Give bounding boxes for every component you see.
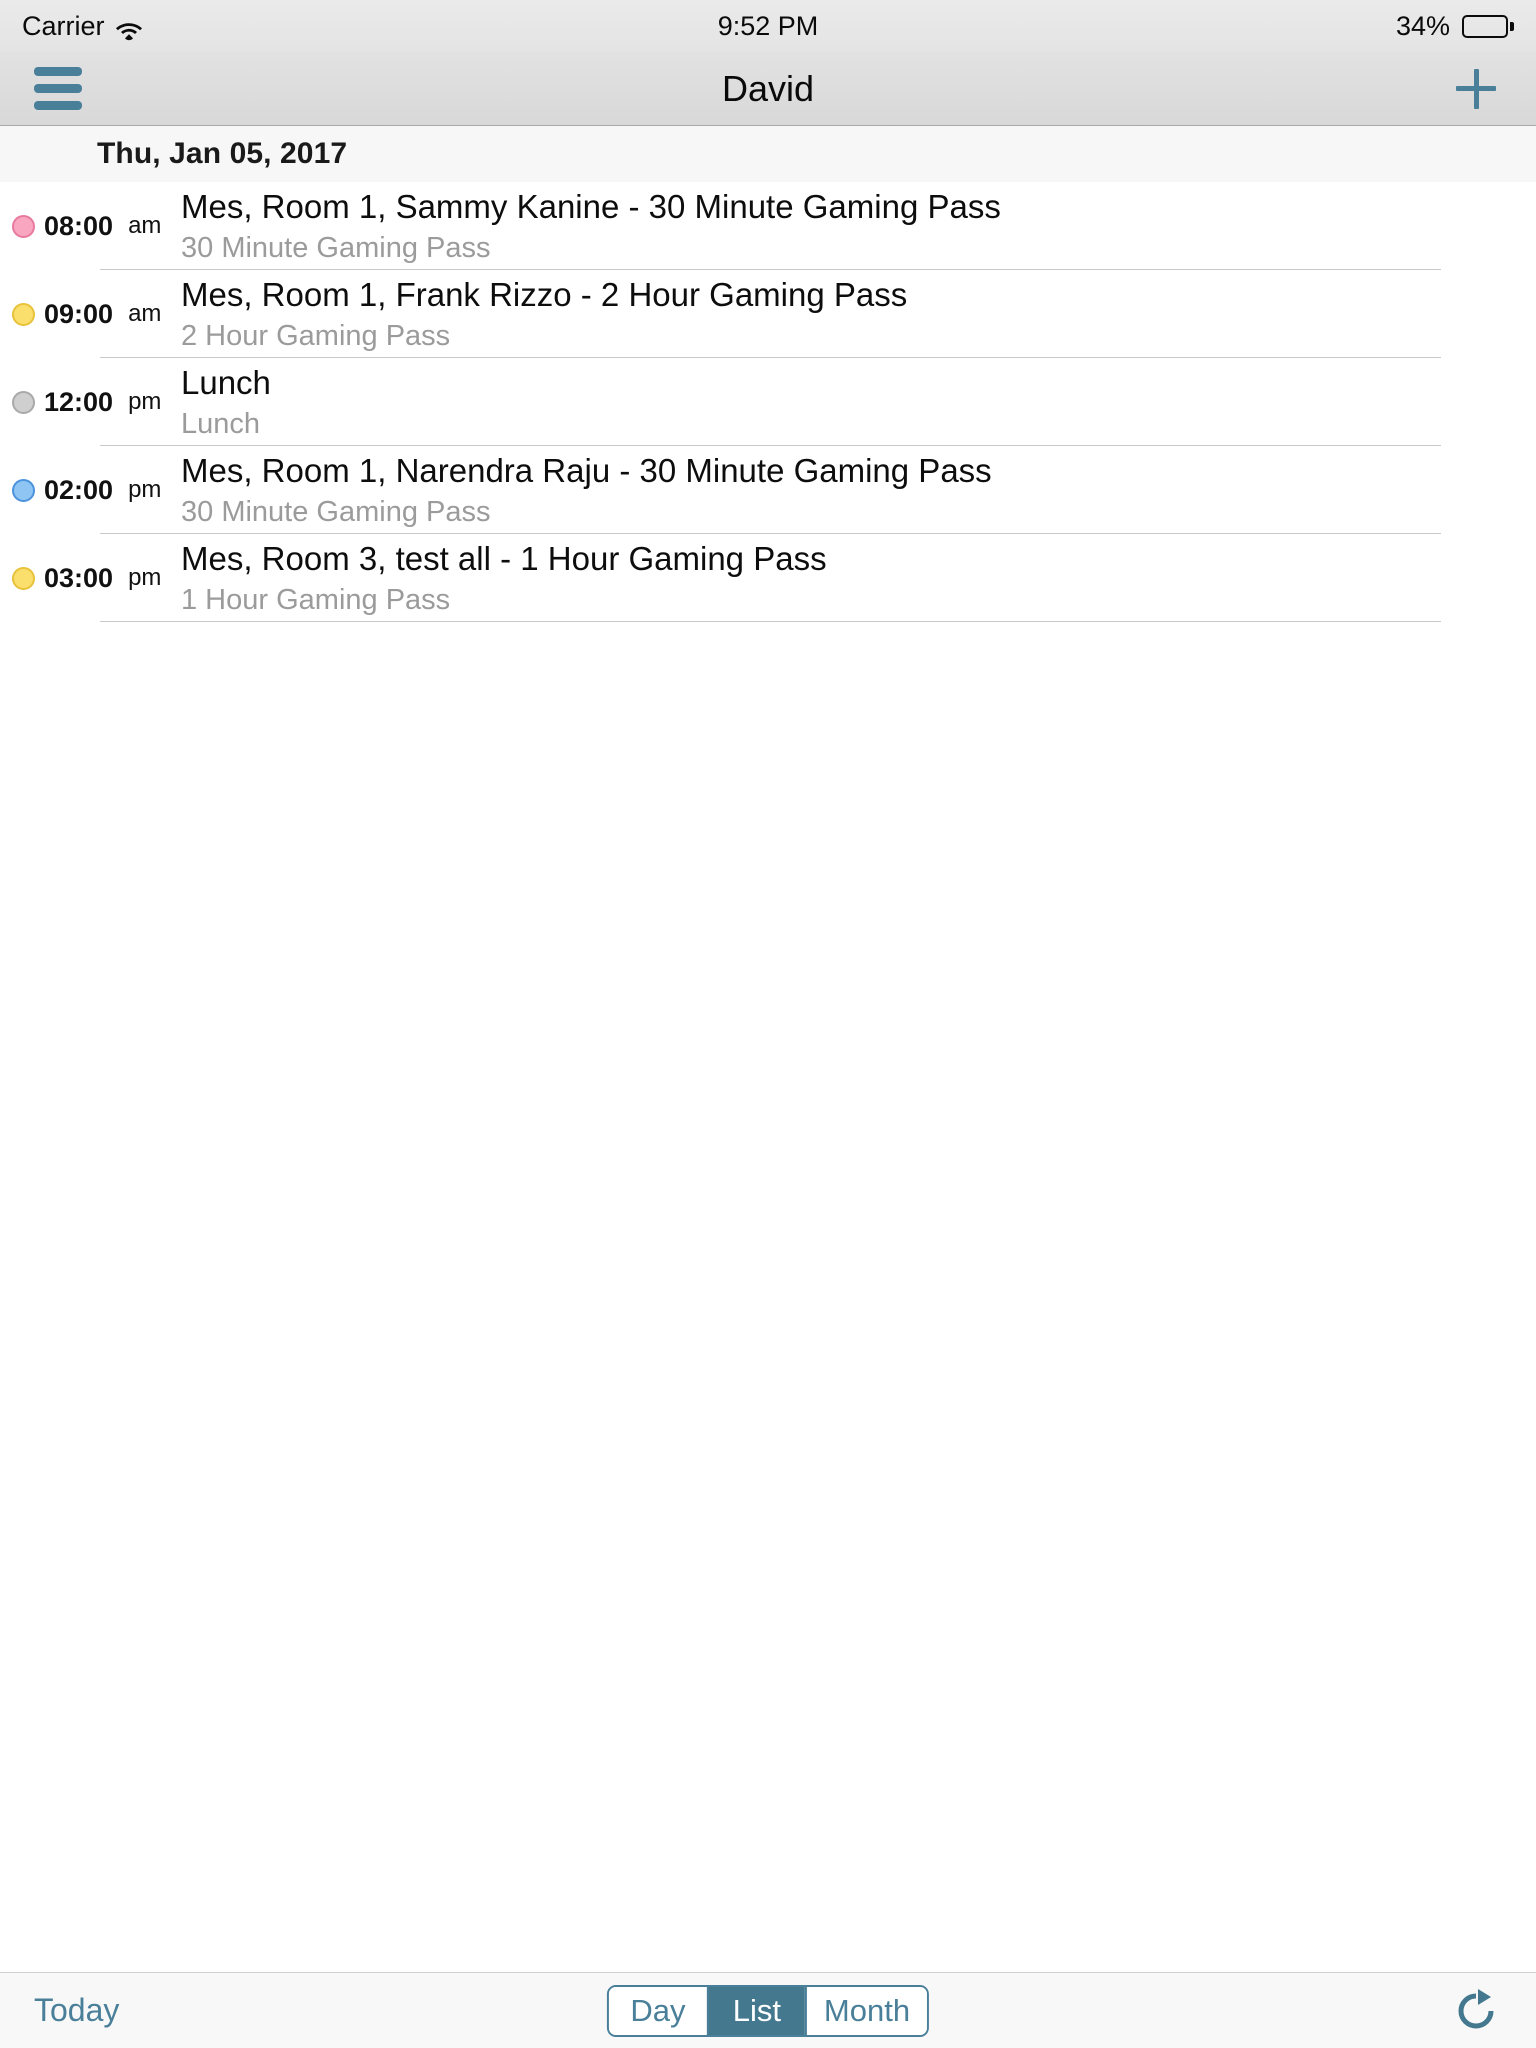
event-row[interactable]: 09:00 am Mes, Room 1, Frank Rizzo - 2 Hour… — [0, 270, 1536, 358]
event-text-column: Mes, Room 3, test all - 1 Hour Gaming Pa… — [181, 534, 1536, 618]
event-time: 12:00 — [44, 386, 114, 417]
segment-day[interactable]: Day — [608, 1986, 707, 2035]
event-color-dot — [12, 390, 35, 414]
event-color-dot — [12, 478, 35, 502]
event-time-suffix: pm — [128, 564, 162, 591]
event-time-column: 08:00 am — [0, 182, 181, 270]
segment-month[interactable]: Month — [804, 1986, 928, 2035]
event-text-column: Mes, Room 1, Narendra Raju - 30 Minute G… — [181, 446, 1536, 530]
view-mode-segmented-control[interactable]: Day List Month — [606, 1984, 930, 2037]
status-bar-time: 9:52 PM — [717, 10, 819, 41]
event-row[interactable]: 03:00 pm Mes, Room 3, test all - 1 Hour Ga… — [0, 534, 1536, 622]
event-subtitle: 30 Minute Gaming Pass — [181, 495, 491, 528]
event-subtitle: Lunch — [181, 407, 261, 440]
event-time-column: 09:00 am — [0, 270, 181, 358]
event-title: Mes, Room 1, Narendra Raju - 30 Minute G… — [181, 452, 992, 489]
event-subtitle: 30 Minute Gaming Pass — [181, 231, 491, 264]
status-bar-right: 34% — [1396, 11, 1514, 42]
bottom-toolbar: Today Day List Month — [0, 1972, 1536, 2048]
event-list[interactable]: 08:00 am Mes, Room 1, Sammy Kanine - 30 Mi… — [0, 182, 1536, 1972]
event-color-dot — [12, 302, 35, 326]
event-title: Mes, Room 1, Frank Rizzo - 2 Hour Gaming… — [181, 276, 908, 313]
event-color-dot — [12, 214, 35, 238]
battery-icon — [1462, 14, 1514, 38]
event-time-column: 03:00 pm — [0, 534, 181, 622]
event-time: 03:00 — [44, 562, 114, 593]
event-time: 02:00 — [44, 474, 114, 505]
refresh-icon[interactable] — [1450, 1985, 1502, 2037]
event-time-suffix: am — [128, 300, 162, 327]
event-subtitle: 1 Hour Gaming Pass — [181, 583, 451, 616]
status-bar-left: Carrier — [22, 11, 143, 42]
date-section-header: Thu, Jan 05, 2017 — [0, 126, 1536, 182]
event-text-column: Mes, Room 1, Sammy Kanine - 30 Minute Ga… — [181, 182, 1536, 266]
event-time-column: 12:00 pm — [0, 358, 181, 446]
event-row[interactable]: 08:00 am Mes, Room 1, Sammy Kanine - 30 Mi… — [0, 182, 1536, 270]
event-time-suffix: am — [128, 212, 162, 239]
plus-icon[interactable] — [1450, 63, 1502, 115]
page-title: David — [721, 67, 815, 109]
carrier-label: Carrier — [22, 10, 105, 41]
event-color-dot — [12, 566, 35, 590]
event-row[interactable]: 12:00 pm Lunch Lunch — [0, 358, 1536, 446]
event-text-column: Lunch Lunch — [181, 358, 1536, 442]
event-title: Mes, Room 3, test all - 1 Hour Gaming Pa… — [181, 540, 827, 577]
event-time: 09:00 — [44, 298, 114, 329]
event-title: Mes, Room 1, Sammy Kanine - 30 Minute Ga… — [181, 188, 1001, 225]
event-time-column: 02:00 pm — [0, 446, 181, 534]
event-time: 08:00 — [44, 210, 114, 241]
segment-list[interactable]: List — [706, 1986, 805, 2035]
event-row[interactable]: 02:00 pm Mes, Room 1, Narendra Raju - 30 M… — [0, 446, 1536, 534]
event-title: Lunch — [181, 364, 271, 401]
event-subtitle: 2 Hour Gaming Pass — [181, 319, 451, 352]
event-time-suffix: pm — [128, 388, 162, 415]
wifi-icon — [115, 17, 143, 41]
battery-percent-label: 34% — [1395, 10, 1450, 41]
event-text-column: Mes, Room 1, Frank Rizzo - 2 Hour Gaming… — [181, 270, 1536, 354]
today-button[interactable]: Today — [34, 1992, 119, 2029]
navigation-bar: David — [0, 52, 1536, 126]
status-bar: Carrier 9:52 PM 34% — [0, 0, 1536, 52]
event-time-suffix: pm — [128, 476, 162, 503]
hamburger-menu-icon[interactable] — [34, 67, 82, 110]
app-screen: Carrier 9:52 PM 34% David Thu, Jan 05, 2… — [0, 0, 1536, 2048]
